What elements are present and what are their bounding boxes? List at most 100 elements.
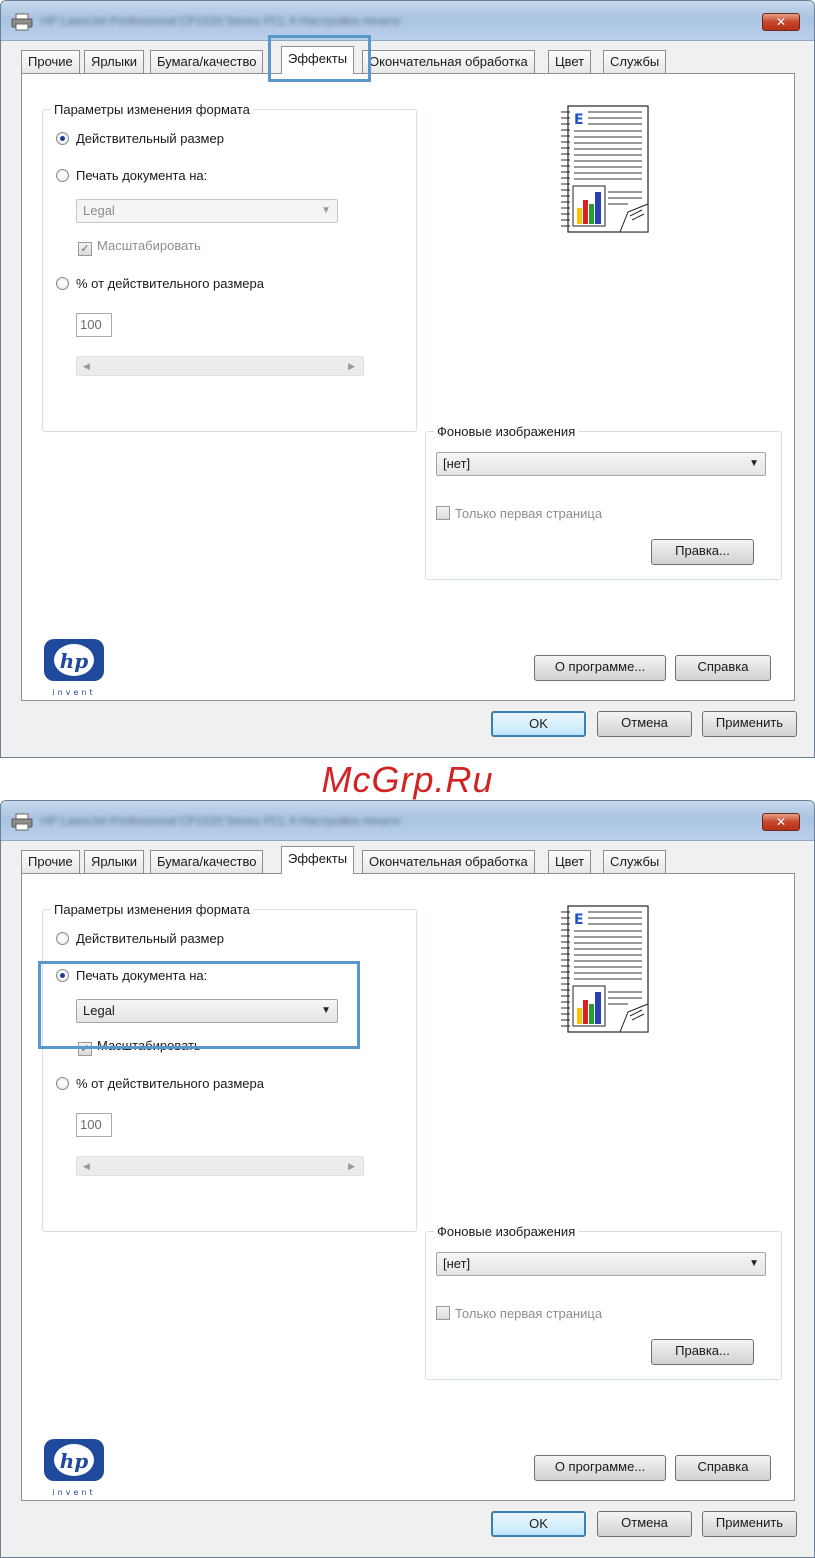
apply-button[interactable]: Применить — [702, 711, 797, 737]
actual-size-label: Действительный размер — [76, 131, 224, 146]
page-preview-image: E — [561, 105, 649, 233]
edit-watermark-button[interactable]: Правка... — [651, 1339, 754, 1365]
close-icon: ✕ — [775, 815, 787, 829]
scale-to-fit-checkbox[interactable]: ✓ — [78, 1042, 92, 1056]
print-settings-window-effects-tab: HP LaserJet Professional CP1520 Series P… — [0, 0, 815, 758]
title-bar[interactable]: HP LaserJet Professional CP1520 Series P… — [1, 1, 814, 41]
effects-panel: Параметры изменения формата Действительн… — [21, 73, 795, 701]
hp-logo-letters: hp — [60, 649, 89, 673]
paper-size-value: Legal — [83, 203, 115, 218]
tab-color[interactable]: Цвет — [548, 50, 592, 73]
paper-size-select: Legal ▼ — [76, 199, 338, 223]
paper-size-value: Legal — [83, 1003, 115, 1018]
watermark-select[interactable]: [нет] ▼ — [436, 1252, 766, 1276]
scale-to-fit-option: ✓ Масштабировать — [78, 237, 201, 256]
print-on-option[interactable]: Печать документа на: — [56, 967, 207, 985]
tab-services[interactable]: Службы — [603, 850, 667, 873]
hp-logo: hp invent — [44, 639, 104, 697]
help-button[interactable]: Справка — [675, 1455, 771, 1481]
tab-color[interactable]: Цвет — [548, 850, 592, 873]
resize-options-group: Параметры изменения формата — [42, 102, 417, 432]
scale-to-fit-checkbox: ✓ — [78, 242, 92, 256]
close-button[interactable]: ✕ — [762, 13, 800, 31]
edit-watermark-button[interactable]: Правка... — [651, 539, 754, 565]
cancel-button[interactable]: Отмена — [597, 711, 692, 737]
scale-to-fit-label: Масштабировать — [97, 238, 201, 253]
window-title: HP LaserJet Professional CP1520 Series P… — [41, 814, 400, 828]
tab-shortcuts[interactable]: Ярлыки — [84, 50, 145, 73]
percent-label: % от действительного размера — [76, 276, 264, 291]
tab-shortcuts[interactable]: Ярлыки — [84, 850, 145, 873]
about-button[interactable]: О программе... — [534, 655, 666, 681]
percent-input: 100 — [76, 1113, 112, 1137]
chevron-down-icon: ▼ — [749, 1258, 759, 1269]
paper-size-select[interactable]: Legal ▼ — [76, 999, 338, 1023]
watermark-value: [нет] — [443, 456, 471, 471]
print-on-label: Печать документа на: — [76, 968, 208, 983]
close-button[interactable]: ✕ — [762, 813, 800, 831]
percent-slider: ◀ ▶ — [76, 356, 364, 376]
percent-slider: ◀ ▶ — [76, 1156, 364, 1176]
chevron-down-icon: ▼ — [321, 205, 331, 216]
resize-options-group: Параметры изменения формата — [42, 902, 417, 1232]
tab-finishing[interactable]: Окончательная обработка — [362, 850, 535, 873]
percent-option[interactable]: % от действительного размера — [56, 275, 264, 293]
actual-size-radio[interactable] — [56, 932, 69, 945]
resize-options-legend: Параметры изменения формата — [54, 102, 250, 117]
percent-option[interactable]: % от действительного размера — [56, 1075, 264, 1093]
printer-icon — [11, 13, 33, 31]
actual-size-option[interactable]: Действительный размер — [56, 930, 224, 948]
resize-options-legend: Параметры изменения формата — [54, 902, 250, 917]
tab-finishing[interactable]: Окончательная обработка — [362, 50, 535, 73]
tab-paper-quality[interactable]: Бумага/качество — [150, 50, 264, 73]
scale-to-fit-label: Масштабировать — [97, 1038, 201, 1053]
scroll-left-icon: ◀ — [83, 361, 90, 371]
about-button[interactable]: О программе... — [534, 1455, 666, 1481]
hp-logo-tagline: invent — [52, 688, 95, 697]
first-page-only-option: Только первая страница — [436, 1305, 602, 1323]
actual-size-radio[interactable] — [56, 132, 69, 145]
hp-logo-tagline: invent — [52, 1488, 95, 1497]
tab-misc[interactable]: Прочие — [21, 850, 80, 873]
watermark-value: [нет] — [443, 1256, 471, 1271]
ok-button[interactable]: OK — [491, 711, 586, 737]
first-page-only-checkbox — [436, 1306, 450, 1320]
effects-panel: Параметры изменения формата Действительн… — [21, 873, 795, 1501]
preview-letter: E — [574, 912, 584, 928]
chevron-down-icon: ▼ — [749, 458, 759, 469]
page-preview-image: E — [561, 905, 649, 1033]
cancel-button[interactable]: Отмена — [597, 1511, 692, 1537]
tab-paper-quality[interactable]: Бумага/качество — [150, 850, 264, 873]
site-watermark: McGrp.Ru — [321, 759, 494, 800]
hp-logo: hp invent — [44, 1439, 104, 1497]
watermark-select[interactable]: [нет] ▼ — [436, 452, 766, 476]
title-bar[interactable]: HP LaserJet Professional CP1520 Series P… — [1, 801, 814, 841]
tab-effects[interactable]: Эффекты — [281, 46, 355, 74]
chevron-down-icon: ▼ — [321, 1005, 331, 1016]
scroll-right-icon: ▶ — [348, 1161, 355, 1171]
print-on-option[interactable]: Печать документа на: — [56, 167, 207, 185]
percent-input: 100 — [76, 313, 112, 337]
apply-button[interactable]: Применить — [702, 1511, 797, 1537]
hp-logo-letters: hp — [60, 1449, 89, 1473]
window-title: HP LaserJet Professional CP1520 Series P… — [41, 14, 400, 28]
scroll-right-icon: ▶ — [348, 361, 355, 371]
tab-effects[interactable]: Эффекты — [281, 846, 355, 874]
scale-to-fit-option[interactable]: ✓ Масштабировать — [78, 1037, 201, 1056]
percent-radio[interactable] — [56, 1077, 69, 1090]
print-on-radio[interactable] — [56, 969, 69, 982]
percent-label: % от действительного размера — [76, 1076, 264, 1091]
tab-misc[interactable]: Прочие — [21, 50, 80, 73]
percent-radio[interactable] — [56, 277, 69, 290]
tab-services[interactable]: Службы — [603, 50, 667, 73]
preview-letter: E — [574, 112, 584, 128]
printer-icon — [11, 813, 33, 831]
first-page-only-label: Только первая страница — [455, 506, 603, 521]
scroll-left-icon: ◀ — [83, 1161, 90, 1171]
print-on-radio[interactable] — [56, 169, 69, 182]
help-button[interactable]: Справка — [675, 655, 771, 681]
ok-button[interactable]: OK — [491, 1511, 586, 1537]
print-on-label: Печать документа на: — [76, 168, 208, 183]
first-page-only-option: Только первая страница — [436, 505, 602, 523]
actual-size-option[interactable]: Действительный размер — [56, 130, 224, 148]
